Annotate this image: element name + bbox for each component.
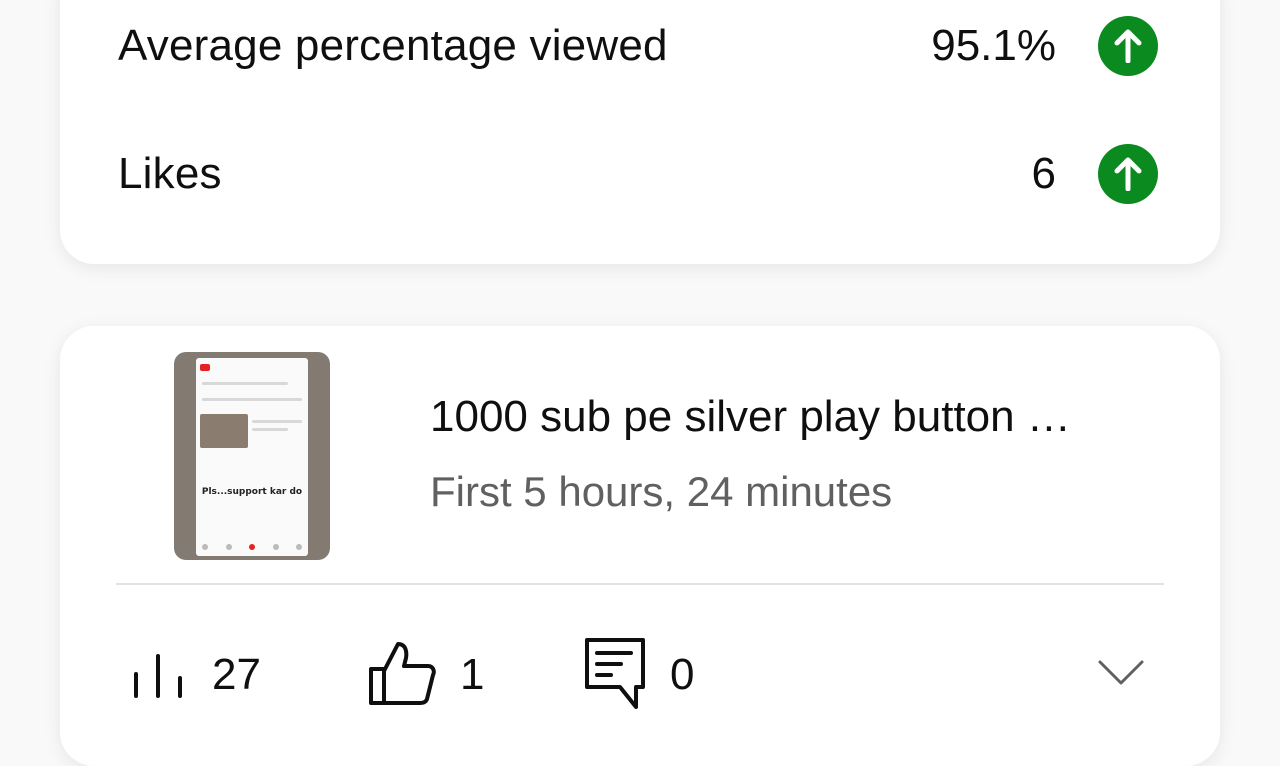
nav-dot — [272, 544, 279, 550]
metrics-card: Average percentage viewed 95.1% Likes 6 — [60, 0, 1220, 264]
arrow-up-icon — [1098, 16, 1158, 76]
likes-count: 1 — [460, 650, 485, 699]
metric-value: 6 — [1031, 149, 1056, 198]
nav-dot — [249, 544, 255, 550]
divider — [252, 420, 302, 423]
comments-count: 0 — [670, 650, 695, 699]
nav-dot — [296, 544, 302, 550]
comments-stat: 0 — [584, 637, 695, 709]
thumbs-up-icon — [368, 641, 436, 710]
nav-dot — [202, 544, 208, 550]
metric-label: Average percentage viewed — [118, 21, 668, 70]
thumbnail-screen: Pls...support kar do — [196, 358, 308, 556]
metric-value: 95.1% — [931, 21, 1056, 70]
chevron-down-icon[interactable] — [1096, 652, 1146, 692]
divider — [116, 583, 1164, 585]
comment-icon — [584, 637, 646, 714]
metric-label: Likes — [118, 149, 222, 198]
video-subtitle: First 5 hours, 24 minutes — [430, 468, 893, 515]
views-stat: 27 — [132, 642, 261, 708]
metric-row-average-percentage-viewed: Average percentage viewed 95.1% — [118, 11, 1158, 81]
thumbnail-caption: Pls...support kar do — [201, 487, 303, 497]
arrow-up-icon — [1098, 144, 1158, 204]
divider — [252, 428, 288, 431]
video-thumbnail[interactable]: Pls...support kar do — [174, 352, 330, 560]
logo-icon — [200, 364, 210, 371]
image-placeholder — [200, 414, 248, 448]
nav-dot — [225, 544, 232, 550]
thumbnail-nav — [202, 544, 302, 550]
metric-row-likes: Likes 6 — [118, 139, 1158, 209]
video-title[interactable]: 1000 sub pe silver play button … — [430, 392, 1150, 442]
bar-chart-icon — [132, 648, 188, 703]
likes-stat: 1 — [368, 641, 485, 710]
divider — [202, 382, 288, 385]
divider — [202, 398, 302, 401]
views-count: 27 — [212, 650, 261, 699]
video-card[interactable]: Pls...support kar do 1000 sub pe silver … — [60, 326, 1220, 766]
